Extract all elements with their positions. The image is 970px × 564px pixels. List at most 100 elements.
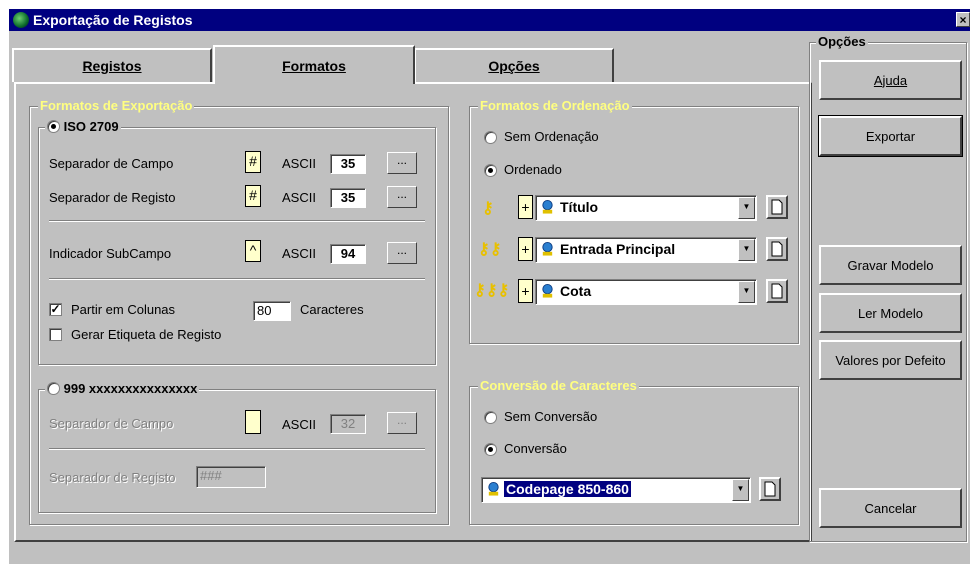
globe-user-icon: [488, 481, 499, 496]
f999-legend: 999 xxxxxxxxxxxxxxx: [45, 381, 200, 396]
ascii-label: ASCII: [282, 417, 316, 432]
help-button-label: Ajuda: [873, 72, 908, 88]
ordered-label: Ordenado: [504, 162, 562, 177]
ordered-radio[interactable]: [484, 164, 497, 177]
f999-field-separator-ascii[interactable]: 32: [330, 414, 366, 434]
field-separator-char: #: [245, 151, 261, 173]
add-key-button-1[interactable]: +: [518, 195, 533, 219]
export-formats-title: Formatos de Exportação: [38, 98, 195, 113]
record-separator-ascii[interactable]: 35: [330, 188, 366, 208]
sort-key-select-1[interactable]: Título ▼: [535, 195, 757, 221]
close-icon[interactable]: ×: [956, 12, 970, 27]
conversion-radio[interactable]: [484, 443, 497, 456]
add-key-button-2[interactable]: +: [518, 237, 533, 261]
divider: [49, 278, 425, 280]
export-button-label: Exportar: [865, 128, 916, 144]
record-tag-checkbox[interactable]: [49, 328, 62, 341]
ascii-label: ASCII: [282, 246, 316, 261]
read-model-button-label: Ler Modelo: [857, 305, 924, 321]
characters-label: Caracteres: [300, 302, 364, 317]
options-title: Opções: [816, 34, 868, 49]
codepage-value: Codepage 850-860: [504, 481, 631, 497]
ordering-title: Formatos de Ordenação: [478, 98, 632, 113]
subfield-indicator-label: Indicador SubCampo: [49, 246, 172, 261]
new-document-button-2[interactable]: [766, 237, 788, 261]
export-window: Exportação de Registos × Registos Format…: [9, 9, 970, 564]
read-model-button[interactable]: Ler Modelo: [819, 293, 962, 333]
f999-field-separator-label: Separador de Campo: [49, 416, 174, 431]
f999-record-separator-label: Separador de Registo: [49, 470, 176, 485]
f999-label: 999 xxxxxxxxxxxxxxx: [63, 381, 198, 396]
record-separator-browse-button[interactable]: ...: [387, 186, 417, 208]
field-separator-ascii[interactable]: 35: [330, 154, 366, 174]
no-ordering-label: Sem Ordenação: [504, 129, 599, 144]
title-bar: Exportação de Registos ×: [9, 9, 970, 31]
f999-field-separator-browse-button[interactable]: ...: [387, 412, 417, 434]
tab-registos[interactable]: Registos: [12, 48, 212, 82]
subfield-indicator-browse-button[interactable]: ...: [387, 242, 417, 264]
default-values-button[interactable]: Valores por Defeito: [819, 340, 962, 380]
f999-record-separator-value[interactable]: ###: [196, 466, 266, 488]
key-icon-1: ⚷: [482, 200, 494, 217]
subfield-indicator-ascii[interactable]: 94: [330, 244, 366, 264]
f999-group: 999 xxxxxxxxxxxxxxx Separador de Campo A…: [38, 381, 436, 513]
record-separator-char: #: [245, 185, 261, 207]
no-conversion-label: Sem Conversão: [504, 409, 598, 424]
cancel-button-label: Cancelar: [864, 500, 917, 516]
add-key-button-3[interactable]: +: [518, 279, 533, 303]
sort-key-value-2: Entrada Principal: [560, 241, 676, 257]
new-document-button-codepage[interactable]: [759, 477, 781, 501]
split-columns-value[interactable]: 80: [253, 301, 291, 321]
iso-label: ISO 2709: [63, 119, 119, 134]
tab-opcoes[interactable]: Opções: [414, 48, 614, 82]
document-icon: [764, 481, 776, 497]
no-conversion-radio[interactable]: [484, 411, 497, 424]
sort-key-value-1: Título: [560, 199, 599, 215]
key-icon-2: ⚷⚷: [478, 241, 502, 258]
ordering-group: Formatos de Ordenação Sem Ordenação Orde…: [469, 98, 799, 344]
sort-key-value-3: Cota: [560, 283, 592, 299]
conversion-title: Conversão de Caracteres: [478, 378, 639, 393]
iso-legend: ISO 2709: [45, 119, 121, 134]
conversion-group: Conversão de Caracteres Sem Conversão Co…: [469, 378, 799, 525]
key-icon-3: ⚷⚷⚷: [474, 282, 510, 299]
new-document-button-3[interactable]: [766, 279, 788, 303]
cancel-button[interactable]: Cancelar: [819, 488, 962, 528]
globe-user-icon: [542, 199, 553, 214]
globe-user-icon: [542, 241, 553, 256]
chevron-down-icon[interactable]: ▼: [738, 197, 755, 219]
default-values-button-label: Valores por Defeito: [835, 352, 946, 368]
help-button[interactable]: Ajuda: [819, 60, 962, 100]
document-icon: [771, 283, 783, 299]
f999-radio[interactable]: [47, 382, 60, 395]
codepage-select[interactable]: Codepage 850-860 ▼: [481, 477, 751, 503]
sort-key-select-3[interactable]: Cota ▼: [535, 279, 757, 305]
subfield-indicator-char: ^: [245, 240, 261, 262]
document-icon: [771, 241, 783, 257]
split-columns-label: Partir em Colunas: [71, 302, 176, 317]
tab-formatos[interactable]: Formatos: [213, 45, 415, 84]
new-document-button-1[interactable]: [766, 195, 788, 219]
split-columns-checkbox[interactable]: ✓: [49, 303, 62, 316]
tab-panel-formatos: Formatos de Exportação ISO 2709 Separado…: [14, 82, 812, 542]
divider: [49, 220, 425, 222]
ascii-label: ASCII: [282, 156, 316, 171]
export-formats-group: Formatos de Exportação ISO 2709 Separado…: [29, 98, 449, 525]
chevron-down-icon[interactable]: ▼: [738, 281, 755, 303]
document-icon: [771, 199, 783, 215]
sort-key-select-2[interactable]: Entrada Principal ▼: [535, 237, 757, 263]
export-button[interactable]: Exportar: [818, 115, 963, 157]
globe-user-icon: [542, 283, 553, 298]
conversion-label: Conversão: [504, 441, 567, 456]
save-model-button[interactable]: Gravar Modelo: [819, 245, 962, 285]
record-tag-label: Gerar Etiqueta de Registo: [71, 327, 222, 342]
no-ordering-radio[interactable]: [484, 131, 497, 144]
field-separator-label: Separador de Campo: [49, 156, 174, 171]
ascii-label: ASCII: [282, 190, 316, 205]
chevron-down-icon[interactable]: ▼: [732, 479, 749, 501]
field-separator-browse-button[interactable]: ...: [387, 152, 417, 174]
chevron-down-icon[interactable]: ▼: [738, 239, 755, 261]
iso-radio[interactable]: [47, 120, 60, 133]
window-title: Exportação de Registos: [33, 12, 193, 28]
f999-field-separator-char: [245, 410, 261, 434]
